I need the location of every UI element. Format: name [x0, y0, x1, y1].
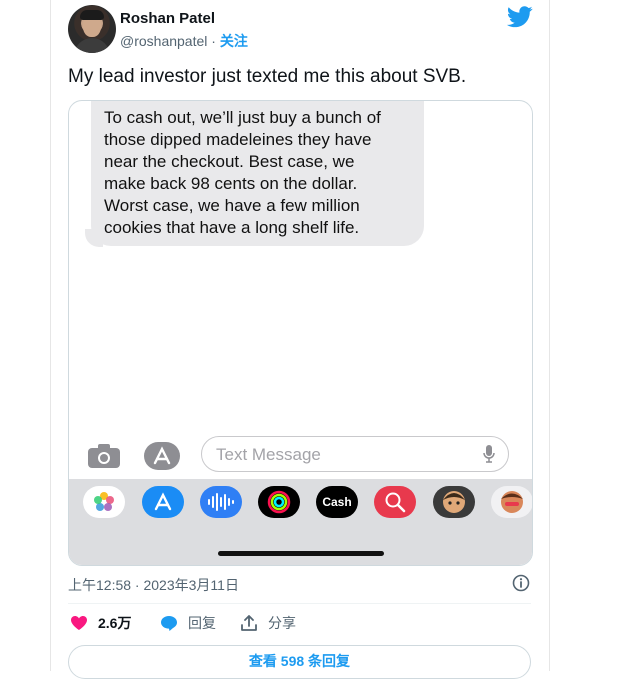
- twitter-bird-icon[interactable]: [507, 6, 533, 28]
- apple-cash-icon: Cash: [316, 486, 358, 518]
- divider: [68, 603, 531, 604]
- tweet-actions: 2.6万 回复 分享: [68, 613, 531, 635]
- tweet-image[interactable]: To cash out, we’ll just buy a bunch of t…: [68, 100, 533, 566]
- cash-label: Cash: [322, 495, 352, 509]
- tweet-timestamp[interactable]: 上午12:58 · 2023年3月11日: [68, 575, 239, 595]
- microphone-icon: [483, 445, 495, 463]
- info-icon[interactable]: [512, 574, 530, 592]
- share-icon: [241, 615, 257, 631]
- author-handle[interactable]: @roshanpatel: [120, 33, 207, 49]
- message-line: cookies that have a long shelf life.: [104, 218, 360, 237]
- text-message-field: Text Message: [201, 436, 509, 472]
- share-label: 分享: [268, 615, 296, 631]
- follow-button[interactable]: 关注: [220, 33, 248, 49]
- tweet-card: Roshan Patel @roshanpatel · 关注 My lead i…: [50, 0, 550, 679]
- app-store-icon: [142, 486, 184, 518]
- message-line: To cash out, we’ll just buy a bunch of: [104, 108, 381, 127]
- author-handle-line: @roshanpatel · 关注: [120, 31, 248, 51]
- memoji-icon-2: [491, 486, 532, 518]
- message-composer: Text Message: [69, 431, 532, 479]
- like-count: 2.6万: [98, 615, 132, 631]
- message-line: those dipped madeleines they have: [104, 130, 372, 149]
- message-bubble: To cash out, we’ll just buy a bunch of t…: [91, 101, 424, 246]
- photos-icon: [83, 486, 125, 518]
- message-line: make back 98 cents on the dollar.: [104, 174, 358, 193]
- app-store-button-icon: [144, 442, 180, 470]
- author-name[interactable]: Roshan Patel: [120, 10, 215, 27]
- search-globe-icon: [374, 486, 416, 518]
- view-replies-button[interactable]: 查看 598 条回复: [68, 645, 531, 679]
- bubble-tail: [85, 229, 103, 247]
- reply-bubble-icon: [161, 615, 177, 631]
- heart-icon: [71, 616, 87, 630]
- reply-label: 回复: [188, 615, 216, 631]
- separator: ·: [211, 33, 216, 49]
- like-button[interactable]: 2.6万: [70, 613, 131, 633]
- share-button[interactable]: 分享: [240, 613, 296, 633]
- avatar[interactable]: [68, 5, 116, 53]
- message-line: near the checkout. Best case, we: [104, 152, 355, 171]
- reply-button[interactable]: 回复: [160, 613, 216, 633]
- message-line: Worst case, we have a few million: [104, 196, 360, 215]
- imessage-app-tray: Cash: [69, 479, 532, 565]
- home-indicator: [218, 551, 384, 556]
- memoji-icon: [433, 486, 475, 518]
- audio-icon: [200, 486, 242, 518]
- activity-icon: [258, 486, 300, 518]
- tweet-text: My lead investor just texted me this abo…: [68, 66, 467, 87]
- text-message-placeholder: Text Message: [216, 445, 321, 464]
- camera-icon: [88, 444, 120, 468]
